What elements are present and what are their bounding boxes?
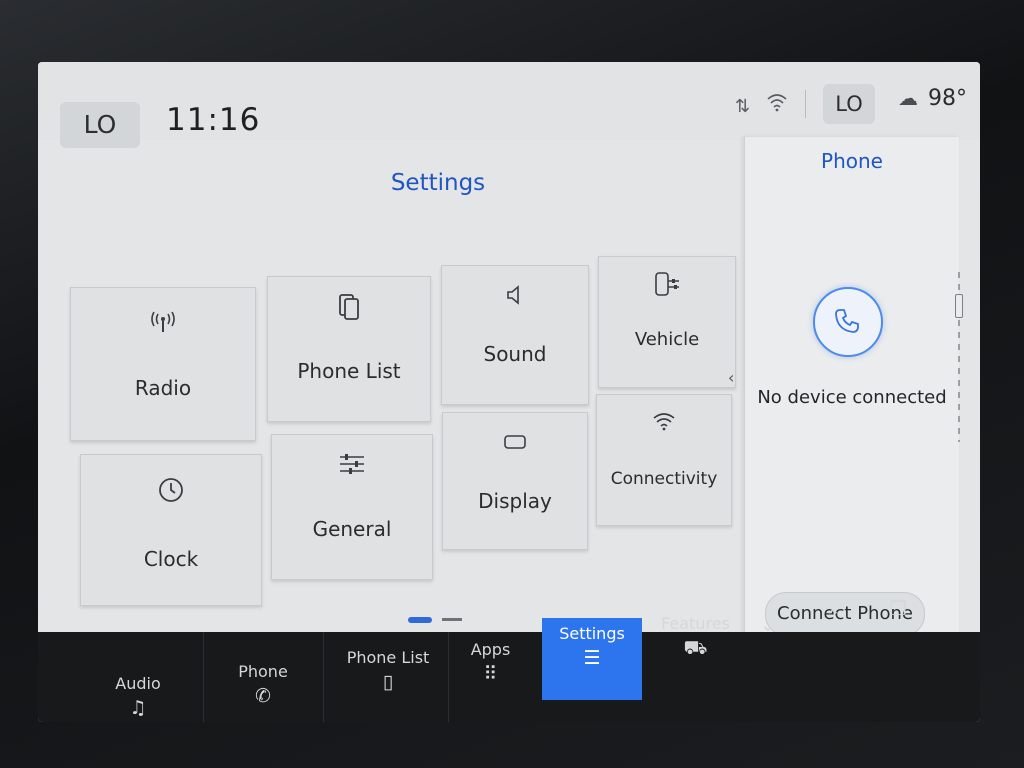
vehicle-settings-icon xyxy=(599,271,735,301)
nav-settings[interactable]: Settings ☰ xyxy=(542,618,642,700)
phone-icon xyxy=(835,309,859,333)
nav-label: Phone List xyxy=(346,648,430,667)
phone-panel-title: Phone xyxy=(821,149,883,173)
nav-divider xyxy=(323,632,324,722)
chevron-down-icon[interactable]: ⌄ xyxy=(753,610,783,636)
tile-phone-list[interactable]: Phone List xyxy=(267,276,431,422)
weather-icon: ☁ xyxy=(898,86,918,110)
page-title: Settings xyxy=(390,170,486,196)
clock-time: 11:16 xyxy=(166,102,261,138)
nav-label: Phone xyxy=(238,662,288,681)
nav-apps[interactable]: Apps ⠿ xyxy=(453,640,528,685)
phone-list-icon xyxy=(268,293,430,325)
tile-label: Display xyxy=(478,489,552,513)
apps-grid-icon: ⠿ xyxy=(483,663,498,685)
tile-connectivity[interactable]: Connectivity xyxy=(596,394,732,526)
tile-general[interactable]: General xyxy=(271,434,433,580)
page-dot-active[interactable] xyxy=(408,617,432,623)
data-transfer-icon: ⇅ xyxy=(735,96,751,117)
phone-call-button[interactable] xyxy=(813,287,883,357)
display-icon xyxy=(443,433,587,455)
nav-audio[interactable]: Audio ♫ xyxy=(98,674,178,719)
nav-divider xyxy=(448,632,449,722)
nav-label: Features xyxy=(661,614,730,633)
tile-label: Clock xyxy=(143,547,199,571)
nav-divider xyxy=(203,632,204,722)
infotainment-screen: LO 11:16 ⇅ LO ☁ 98° Settings Radio Phone… xyxy=(38,62,980,722)
outside-temperature: 98° xyxy=(928,86,967,111)
tile-clock[interactable]: Clock xyxy=(80,454,262,606)
nav-label: Settings xyxy=(559,624,625,643)
nav-phone[interactable]: Phone ✆ xyxy=(223,662,303,707)
copy-icon[interactable]: ❐ xyxy=(883,594,913,620)
tile-label: Phone List xyxy=(297,359,401,383)
phone-icon: ✆ xyxy=(255,685,271,707)
tile-label: General xyxy=(312,517,392,541)
phone-status-message: No device connected xyxy=(757,387,947,408)
tile-display[interactable]: Display xyxy=(442,412,588,550)
tile-vehicle[interactable]: Vehicle xyxy=(598,256,736,388)
wifi-icon xyxy=(766,92,788,117)
tile-label: Radio xyxy=(134,376,192,400)
phone-list-icon: ▯ xyxy=(382,671,394,693)
wifi-icon xyxy=(597,411,731,435)
phone-panel: Phone No device connected Connect Phone xyxy=(744,137,959,657)
tile-label: Sound xyxy=(483,342,547,366)
tile-label: Vehicle xyxy=(634,329,700,350)
clock-icon xyxy=(81,477,261,507)
nav-label: Apps xyxy=(470,640,511,659)
climate-left-button[interactable]: LO xyxy=(60,102,140,148)
nav-phone-list[interactable]: Phone List ▯ xyxy=(338,648,438,693)
nav-label: Audio xyxy=(115,674,161,693)
panel-collapse-icon[interactable]: ‹ xyxy=(728,368,734,387)
climate-right-button[interactable]: LO xyxy=(823,84,875,124)
radio-antenna-icon xyxy=(71,310,255,338)
scrollbar-thumb[interactable] xyxy=(955,294,963,318)
nav-features[interactable]: Features ⛟ xyxy=(658,614,733,662)
page-dot[interactable] xyxy=(442,618,462,621)
chevron-up-icon[interactable]: ⌃ xyxy=(818,602,848,628)
tile-label: Connectivity xyxy=(610,469,718,489)
music-note-icon: ♫ xyxy=(129,697,147,719)
sliders-icon xyxy=(272,453,432,479)
tile-sound[interactable]: Sound xyxy=(441,265,589,405)
status-divider xyxy=(805,90,806,118)
bottom-navigation: Audio ♫ Phone ✆ Phone List ▯ Apps ⠿ Sett… xyxy=(38,598,980,722)
sliders-icon: ☰ xyxy=(583,647,601,669)
tile-radio[interactable]: Radio xyxy=(70,287,256,441)
speaker-icon xyxy=(442,284,588,310)
truck-icon: ⛟ xyxy=(683,637,708,659)
